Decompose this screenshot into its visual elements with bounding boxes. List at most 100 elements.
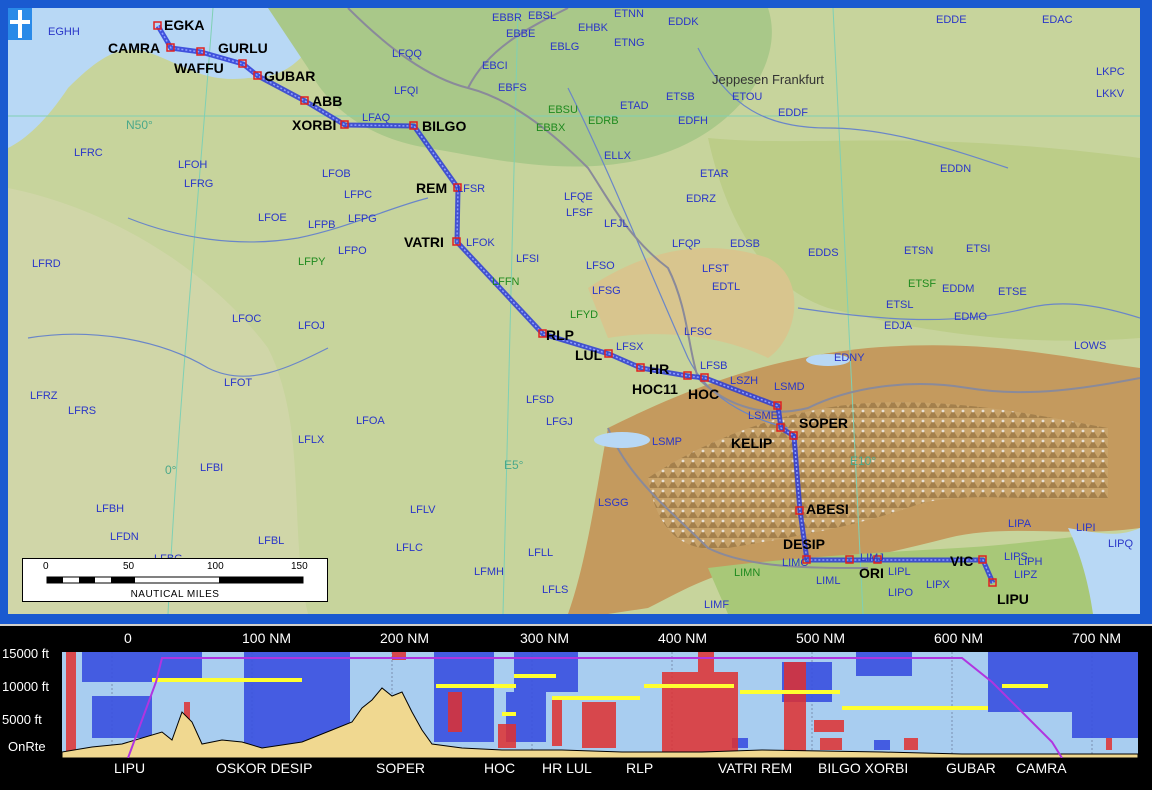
waypoint-label[interactable]: LIPU <box>997 592 1029 607</box>
airport-label[interactable]: LIPH <box>1018 556 1042 568</box>
waypoint-label[interactable]: HOC11 <box>632 382 678 397</box>
waypoint-label[interactable]: ORI <box>859 566 884 581</box>
airport-label[interactable]: EDAC <box>1042 14 1073 26</box>
airport-label[interactable]: ETNN <box>614 8 644 20</box>
airport-label[interactable]: EDJA <box>884 320 912 332</box>
airport-label[interactable]: LFSI <box>516 253 539 265</box>
airport-label[interactable]: LFQP <box>672 238 701 250</box>
waypoint-label[interactable]: LUL <box>575 348 602 363</box>
airport-label[interactable]: LIPL <box>888 566 911 578</box>
airport-label[interactable]: LFOC <box>232 313 261 325</box>
airport-label[interactable]: LOWS <box>1074 340 1106 352</box>
airport-label[interactable]: LIMC <box>782 557 808 569</box>
waypoint-label[interactable]: HR <box>649 362 669 377</box>
airport-label[interactable]: LFSB <box>700 360 728 372</box>
airport-label[interactable]: EDNY <box>834 352 865 364</box>
airport-label[interactable]: EDSB <box>730 238 760 250</box>
airport-label[interactable]: LFOE <box>258 212 287 224</box>
airport-label[interactable]: LFOA <box>356 415 385 427</box>
vertical-profile-panel[interactable]: 0 100 NM 200 NM 300 NM 400 NM 500 NM 600… <box>0 626 1152 790</box>
airport-label[interactable]: LSZH <box>730 375 758 387</box>
airport-label[interactable]: LFOT <box>224 377 252 389</box>
airport-label[interactable]: ETSN <box>904 245 933 257</box>
airport-label[interactable]: EDDF <box>778 107 808 119</box>
airport-label[interactable]: LFPG <box>348 213 377 225</box>
airport-label[interactable]: LFRZ <box>30 390 58 402</box>
airport-label[interactable]: LSME <box>748 410 778 422</box>
airport-label[interactable]: LIPA <box>1008 518 1031 530</box>
route-map[interactable]: N50° 0° E5° E10° EGKA CAMRA GURLU WAFFU … <box>8 8 1140 614</box>
waypoint-label[interactable]: REM <box>416 181 447 196</box>
airport-label[interactable]: ETNG <box>614 37 645 49</box>
airport-label[interactable]: EBSL <box>528 10 556 22</box>
airport-label[interactable]: LFSC <box>684 326 712 338</box>
airport-label[interactable]: LFRC <box>74 147 103 159</box>
airport-label[interactable]: LFPC <box>344 189 372 201</box>
airport-label[interactable]: EBSU <box>548 104 578 116</box>
airport-label[interactable]: EDDN <box>940 163 971 175</box>
profile-plot[interactable] <box>62 652 1138 758</box>
airport-label[interactable]: EBBR <box>492 12 522 24</box>
airport-label[interactable]: LFDN <box>110 531 139 543</box>
airport-label[interactable]: EDDK <box>668 16 699 28</box>
airport-label[interactable]: ETSI <box>966 243 990 255</box>
airport-label[interactable]: EBBX <box>536 122 565 134</box>
airport-label[interactable]: LFBH <box>96 503 124 515</box>
airport-label[interactable]: LFOH <box>178 159 207 171</box>
airport-label[interactable]: ETAR <box>700 168 729 180</box>
airport-label[interactable]: EGHH <box>48 26 80 38</box>
airport-label[interactable]: LFLL <box>528 547 553 559</box>
airport-label[interactable]: LFSD <box>526 394 554 406</box>
airport-label[interactable]: LIMF <box>704 599 729 611</box>
airport-label[interactable]: EDDM <box>942 283 974 295</box>
airport-label[interactable]: EDFH <box>678 115 708 127</box>
airport-label[interactable]: LKPC <box>1096 66 1125 78</box>
waypoint-label[interactable]: SOPER <box>799 416 848 431</box>
waypoint-label[interactable]: WAFFU <box>174 61 224 76</box>
airport-label[interactable]: LFRG <box>184 178 213 190</box>
waypoint-label[interactable]: GURLU <box>218 41 268 56</box>
airport-label[interactable]: LFSR <box>457 183 485 195</box>
airport-label[interactable]: LSMP <box>652 436 682 448</box>
airport-label[interactable]: LFQQ <box>392 48 422 60</box>
waypoint-label[interactable]: VATRI <box>404 235 444 250</box>
waypoint-label[interactable]: ABESI <box>806 502 849 517</box>
airport-label[interactable]: LFSX <box>616 341 644 353</box>
airport-label[interactable]: LFRD <box>32 258 61 270</box>
airport-label[interactable]: LFRS <box>68 405 96 417</box>
airport-label[interactable]: EBBE <box>506 28 535 40</box>
airport-label[interactable]: EDTL <box>712 281 740 293</box>
airport-label[interactable]: LIMJ <box>860 552 884 564</box>
airport-label[interactable]: LKKV <box>1096 88 1124 100</box>
airport-label[interactable]: LFOB <box>322 168 351 180</box>
airport-label[interactable]: LFAQ <box>362 112 390 124</box>
waypoint-label[interactable]: EGKA <box>164 18 204 33</box>
airport-label[interactable]: ELLX <box>604 150 631 162</box>
airport-label[interactable]: LSGG <box>598 497 629 509</box>
airport-label[interactable]: ETOU <box>732 91 762 103</box>
airport-label[interactable]: LFQE <box>564 191 593 203</box>
airport-label[interactable]: LIPZ <box>1014 569 1037 581</box>
airport-label[interactable]: ETSL <box>886 299 914 311</box>
waypoint-label[interactable]: CAMRA <box>108 41 160 56</box>
airport-label[interactable]: LIPX <box>926 579 950 591</box>
waypoint-label[interactable]: ABB <box>312 94 342 109</box>
airport-label[interactable]: EDRB <box>588 115 619 127</box>
airport-label[interactable]: LFLV <box>410 504 435 516</box>
airport-label[interactable]: LFSO <box>586 260 615 272</box>
airport-label[interactable]: LFJL <box>604 218 628 230</box>
airport-label[interactable]: EDRZ <box>686 193 716 205</box>
airport-label[interactable]: LFLX <box>298 434 324 446</box>
airport-icon[interactable] <box>8 8 32 40</box>
airport-label[interactable]: EDDS <box>808 247 839 259</box>
airport-label[interactable]: EBCI <box>482 60 508 72</box>
waypoint-label[interactable]: DESIP <box>783 537 825 552</box>
airport-label[interactable]: LFBL <box>258 535 284 547</box>
airport-label[interactable]: LIPQ <box>1108 538 1133 550</box>
waypoint-label[interactable]: XORBI <box>292 118 336 133</box>
airport-label[interactable]: LFSF <box>566 207 593 219</box>
airport-label[interactable]: LFPB <box>308 219 336 231</box>
airport-label[interactable]: LIPI <box>1076 522 1096 534</box>
airport-label[interactable]: EDMO <box>954 311 987 323</box>
airport-label[interactable]: LFSG <box>592 285 621 297</box>
